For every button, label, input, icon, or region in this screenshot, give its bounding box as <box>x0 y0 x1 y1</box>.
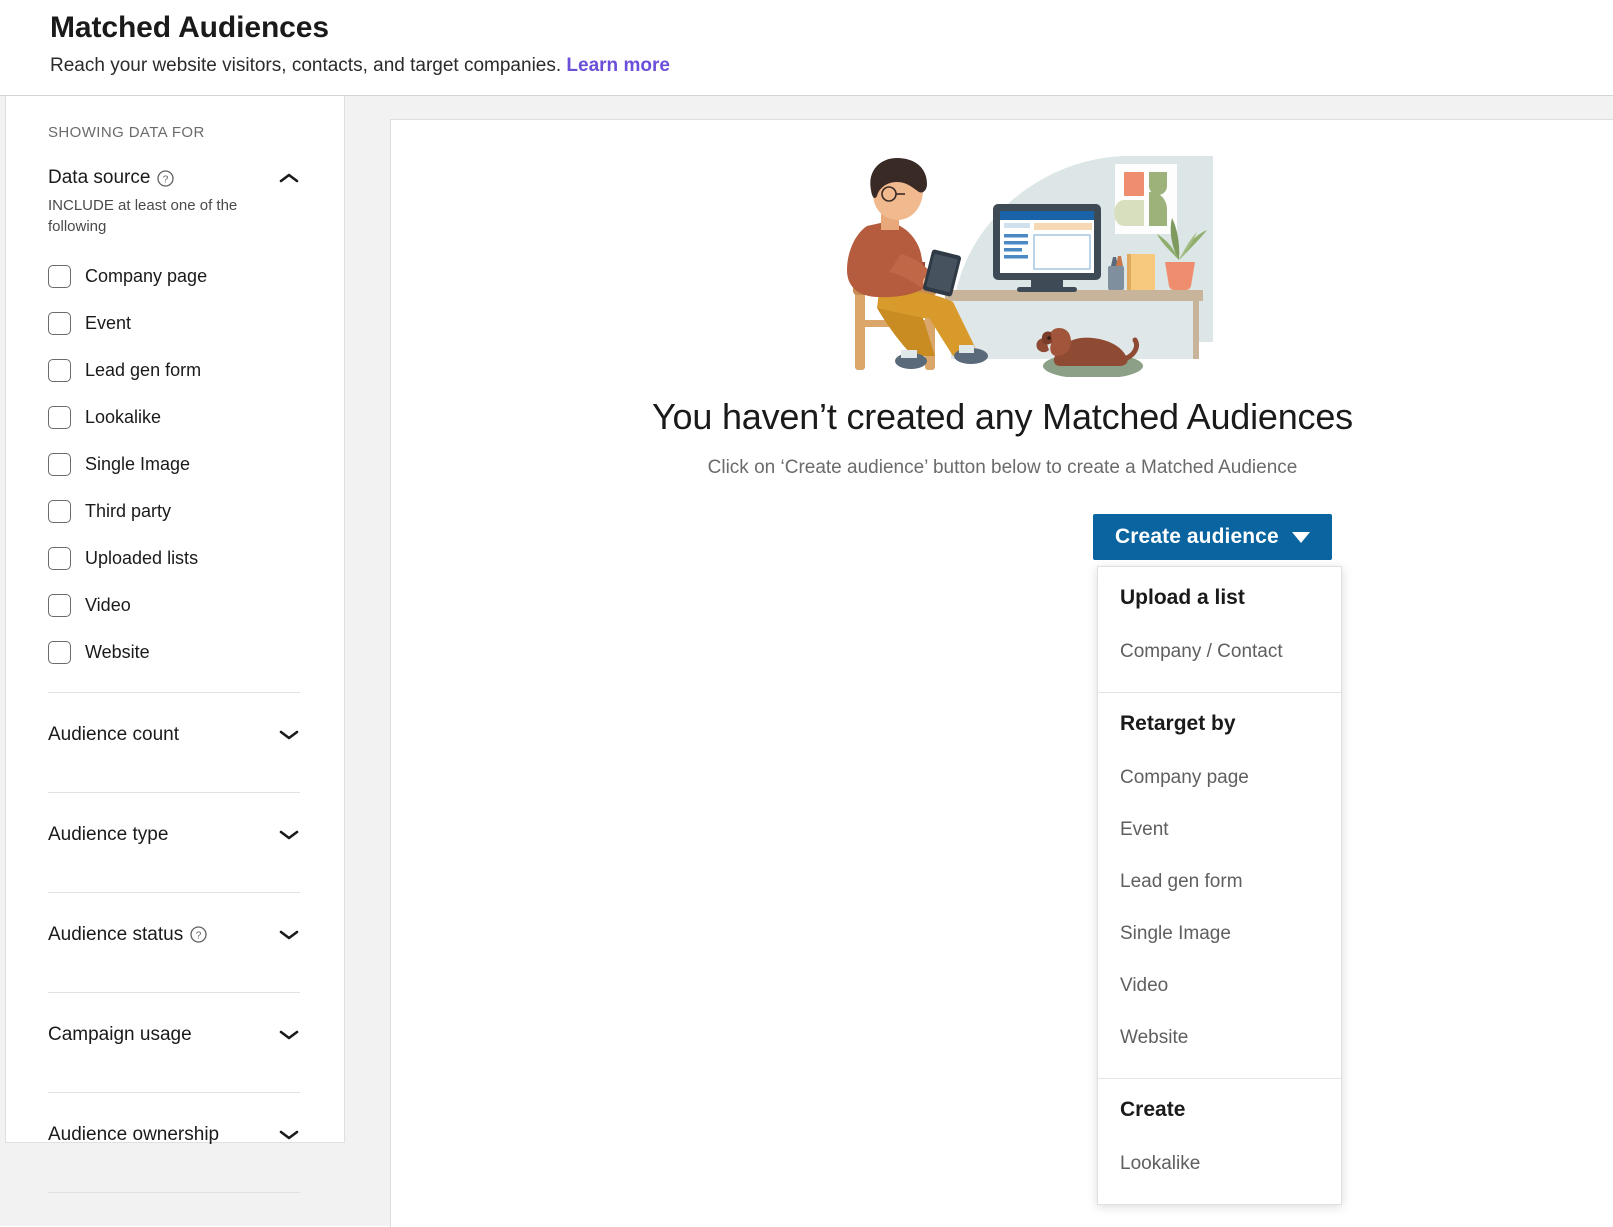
filter-section-audience-type-title: Audience type <box>48 824 168 846</box>
caret-down-icon <box>1291 531 1310 543</box>
content-shell: SHOWING DATA FOR Data source ? INCLUDE a… <box>0 95 1613 1227</box>
checkbox-row[interactable]: Third party <box>48 488 316 535</box>
checkbox-row[interactable]: Event <box>48 300 316 347</box>
empty-state-title: You haven’t created any Matched Audience… <box>652 396 1353 437</box>
dropdown-item-company-contact[interactable]: Company / Contact <box>1098 626 1341 678</box>
empty-state-subtitle: Click on ‘Create audience’ button below … <box>707 457 1298 478</box>
filter-section-audience-ownership-title: Audience ownership <box>48 1124 219 1146</box>
checkbox-label: Video <box>85 595 131 615</box>
filter-section-audience-type[interactable]: Audience type <box>48 793 316 876</box>
checkbox-row[interactable]: Lookalike <box>48 394 316 441</box>
checkbox-box[interactable] <box>48 312 71 335</box>
dropdown-group-heading: Upload a list <box>1120 586 1245 609</box>
checkbox-box[interactable] <box>48 641 71 664</box>
data-source-checkbox-list: Company page Event Lead gen form Lookali… <box>48 253 316 676</box>
create-audience-button-label: Create audience <box>1115 525 1279 548</box>
filter-section-audience-count-title: Audience count <box>48 724 179 746</box>
chevron-up-icon[interactable] <box>278 172 300 185</box>
showing-data-for-label: SHOWING DATA FOR <box>48 124 205 141</box>
create-audience-button[interactable]: Create audience <box>1093 514 1332 560</box>
page-title: Matched Audiences <box>50 11 329 44</box>
dropdown-item-website[interactable]: Website <box>1098 1012 1341 1064</box>
chevron-down-icon[interactable] <box>278 1128 300 1141</box>
divider <box>48 1192 300 1193</box>
checkbox-box[interactable] <box>48 406 71 429</box>
checkbox-row[interactable]: Video <box>48 582 316 629</box>
svg-text:?: ? <box>196 930 202 941</box>
include-note: INCLUDE at least one of the following <box>48 197 238 235</box>
checkbox-label: Website <box>85 642 150 662</box>
dropdown-item-video[interactable]: Video <box>1098 960 1341 1012</box>
checkbox-label: Uploaded lists <box>85 548 199 568</box>
checkbox-row[interactable]: Website <box>48 629 316 676</box>
filters-panel: SHOWING DATA FOR Data source ? INCLUDE a… <box>5 96 345 1193</box>
dropdown-item-event[interactable]: Event <box>1098 804 1341 856</box>
checkbox-row[interactable]: Lead gen form <box>48 347 316 394</box>
filter-section-audience-status[interactable]: Audience status ? <box>48 893 316 976</box>
chevron-down-icon[interactable] <box>278 828 300 841</box>
checkbox-label: Event <box>85 313 132 333</box>
help-circle-icon[interactable]: ? <box>157 169 175 187</box>
dropdown-item-lookalike[interactable]: Lookalike <box>1098 1138 1341 1190</box>
svg-text:?: ? <box>163 174 169 185</box>
page-header: Matched Audiences Reach your website vis… <box>0 0 1613 95</box>
checkbox-box[interactable] <box>48 547 71 570</box>
page-subtitle: Reach your website visitors, contacts, a… <box>50 51 1613 81</box>
dropdown-group-heading: Retarget by <box>1120 712 1236 735</box>
dropdown-group-retarget-by: Retarget by Company page Event Lead gen … <box>1098 692 1341 1078</box>
person-at-desk-with-tablet-and-dog-illustration <box>846 156 1213 377</box>
checkbox-box[interactable] <box>48 265 71 288</box>
filter-section-campaign-usage[interactable]: Campaign usage <box>48 993 316 1076</box>
audience-ownership-label: Audience ownership <box>48 1123 220 1145</box>
dropdown-item-lead-gen-form[interactable]: Lead gen form <box>1098 856 1341 908</box>
chevron-down-icon[interactable] <box>278 1028 300 1041</box>
checkbox-label: Single Image <box>85 454 191 474</box>
filter-section-audience-status-title: Audience status ? <box>48 924 207 946</box>
dropdown-item-company-page[interactable]: Company page <box>1098 752 1341 804</box>
checkbox-row[interactable]: Single Image <box>48 441 316 488</box>
create-audience-button-wrap: Create audience <box>1093 514 1332 560</box>
empty-state: You haven’t created any Matched Audience… <box>391 120 1613 560</box>
filter-section-audience-count[interactable]: Audience count <box>48 693 316 776</box>
checkbox-box[interactable] <box>48 359 71 382</box>
checkbox-label: Third party <box>85 501 172 521</box>
campaign-usage-label: Campaign usage <box>48 1023 192 1045</box>
audience-type-label: Audience type <box>48 823 169 845</box>
filter-section-data-source[interactable]: Data source ? <box>48 167 300 189</box>
checkbox-box[interactable] <box>48 594 71 617</box>
checkbox-box[interactable] <box>48 500 71 523</box>
create-audience-dropdown-menu: Upload a list Company / Contact Retarget… <box>1097 566 1342 1205</box>
checkbox-label: Lookalike <box>85 407 162 427</box>
learn-more-link[interactable]: Learn more <box>566 55 669 76</box>
checkbox-box[interactable] <box>48 453 71 476</box>
checkbox-label: Lead gen form <box>85 360 202 380</box>
filter-section-audience-ownership[interactable]: Audience ownership <box>48 1093 316 1176</box>
chevron-down-icon[interactable] <box>278 928 300 941</box>
checkbox-row[interactable]: Uploaded lists <box>48 535 316 582</box>
help-circle-icon[interactable]: ? <box>190 926 207 943</box>
dropdown-group-heading: Create <box>1120 1098 1186 1121</box>
audience-status-label: Audience status <box>48 923 184 945</box>
checkbox-label: Company page <box>85 266 208 286</box>
checkbox-row[interactable]: Company page <box>48 253 316 300</box>
audience-count-label: Audience count <box>48 723 179 745</box>
filter-section-data-source-title: Data source ? <box>48 167 175 189</box>
page-subtitle-text: Reach your website visitors, contacts, a… <box>50 55 562 76</box>
dropdown-group-upload-a-list: Upload a list Company / Contact <box>1098 567 1341 692</box>
dropdown-group-create: Create Lookalike <box>1098 1078 1341 1204</box>
data-source-label: Data source <box>48 167 151 188</box>
main-content-card: You haven’t created any Matched Audience… <box>390 119 1613 1227</box>
chevron-down-icon[interactable] <box>278 728 300 741</box>
filter-section-campaign-usage-title: Campaign usage <box>48 1024 192 1046</box>
dropdown-item-single-image[interactable]: Single Image <box>1098 908 1341 960</box>
